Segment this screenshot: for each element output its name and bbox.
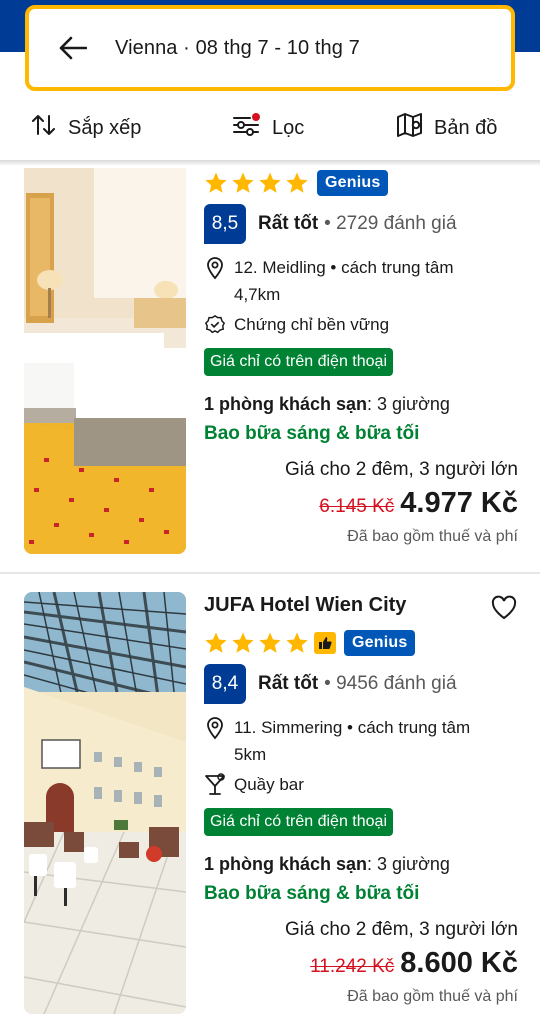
filter-icon — [232, 112, 262, 144]
back-arrow-icon[interactable] — [45, 20, 101, 76]
meal-plan: Bao bữa sáng & bữa tối — [204, 883, 420, 904]
bed-count: : 3 giường — [367, 854, 450, 874]
filter-button[interactable]: Lọc — [232, 113, 304, 143]
room-summary: 1 phòng khách sạn: 3 giường — [204, 394, 450, 415]
review-summary[interactable]: 8,4 Rất tốt • 9456 đánh giá — [204, 664, 457, 704]
cocktail-bar-icon — [204, 771, 226, 798]
facility-text: Quầy bar — [234, 775, 304, 794]
location-line: 12. Meidling • cách trung tâm 4,7km — [204, 254, 504, 308]
star-icon — [286, 172, 308, 193]
genius-badge: Genius — [317, 170, 389, 196]
star-icon — [232, 632, 254, 653]
room-type: 1 phòng khách sạn — [204, 394, 368, 414]
star-icon — [205, 172, 227, 193]
star-rating: Genius — [204, 170, 389, 196]
room-summary: 1 phòng khách sạn: 3 giường — [204, 854, 450, 875]
review-score-badge: 8,5 — [204, 204, 246, 244]
search-summary-box[interactable]: Vienna · 08 thg 7 - 10 thg 7 — [25, 5, 515, 91]
location-text: 12. Meidling • cách trung tâm 4,7km — [234, 258, 454, 304]
hotel-photo-atrium[interactable] — [24, 592, 186, 1014]
hotel-photo-room[interactable] — [24, 168, 186, 554]
filter-label: Lọc — [272, 116, 305, 139]
genius-badge: Genius — [344, 630, 416, 656]
rating-word: Rất tốt — [258, 673, 319, 694]
price-row: 11.242 Kč 8.600 Kč — [285, 947, 518, 980]
review-count: • 9456 đánh giá — [324, 673, 457, 694]
star-icon — [259, 632, 281, 653]
current-price: 4.977 Kč — [400, 487, 518, 519]
price-block: Giá cho 2 đêm, 3 người lớn 11.242 Kč 8.6… — [285, 919, 518, 1006]
taxes-note: Đã bao gồm thuế và phí — [347, 528, 518, 545]
meal-plan: Bao bữa sáng & bữa tối — [204, 423, 420, 444]
sustainability-badge-icon — [204, 311, 226, 338]
hotel-card[interactable]: Genius 8,5 Rất tốt • 2729 đánh giá 12. M… — [0, 166, 540, 572]
price-for-label: Giá cho 2 đêm, 3 người lớn — [284, 459, 518, 480]
original-price: 6.145 Kč — [319, 496, 395, 517]
original-price: 11.242 Kč — [310, 956, 395, 977]
star-icon — [286, 632, 308, 653]
price-for-label: Giá cho 2 đêm, 3 người lớn — [284, 919, 518, 940]
review-summary[interactable]: 8,5 Rất tốt • 2729 đánh giá — [204, 204, 457, 244]
map-label: Bản đồ — [434, 116, 498, 139]
price-block: Giá cho 2 đêm, 3 người lớn 6.145 Kč 4.97… — [285, 459, 518, 546]
taxes-note: Đã bao gồm thuế và phí — [347, 988, 518, 1005]
review-count: • 2729 đánh giá — [324, 213, 457, 234]
review-score-badge: 8,4 — [204, 664, 246, 704]
save-heart-icon[interactable] — [490, 594, 518, 622]
room-type: 1 phòng khách sạn — [204, 854, 368, 874]
facility-line: Quầy bar — [204, 771, 504, 798]
star-icon — [205, 632, 227, 653]
sort-button[interactable]: Sắp xếp — [30, 113, 141, 143]
current-price: 8.600 Kč — [400, 947, 518, 979]
hotel-name[interactable]: JUFA Hotel Wien City — [204, 594, 406, 617]
location-pin-icon — [204, 254, 226, 281]
location-text: 11. Simmering • cách trung tâm 5km — [234, 718, 471, 764]
hotel-card[interactable]: JUFA Hotel Wien City Genius 8,4 Rất tốt … — [0, 574, 540, 1024]
search-summary-text[interactable]: Vienna · 08 thg 7 - 10 thg 7 — [115, 37, 360, 60]
map-button[interactable]: Bản đồ — [396, 113, 497, 143]
location-pin-icon — [204, 714, 226, 741]
mobile-only-price-badge: Giá chỉ có trên điện thoại — [204, 348, 393, 376]
results-toolbar: Sắp xếp Lọc Bản đồ — [0, 100, 540, 160]
price-row: 6.145 Kč 4.977 Kč — [285, 487, 518, 520]
location-line: 11. Simmering • cách trung tâm 5km — [204, 714, 504, 768]
star-icon — [259, 172, 281, 193]
sort-icon — [30, 113, 58, 143]
sustainability-line: Chứng chỉ bền vững — [204, 311, 504, 338]
mobile-only-price-badge: Giá chỉ có trên điện thoại — [204, 808, 393, 836]
rating-word: Rất tốt — [258, 213, 319, 234]
bed-count: : 3 giường — [367, 394, 450, 414]
star-icon — [232, 172, 254, 193]
preferred-partner-thumb-icon — [314, 632, 336, 654]
star-rating: Genius — [204, 630, 416, 656]
sustainability-text: Chứng chỉ bền vững — [234, 315, 390, 334]
map-icon — [396, 112, 424, 144]
sort-label: Sắp xếp — [68, 116, 142, 139]
